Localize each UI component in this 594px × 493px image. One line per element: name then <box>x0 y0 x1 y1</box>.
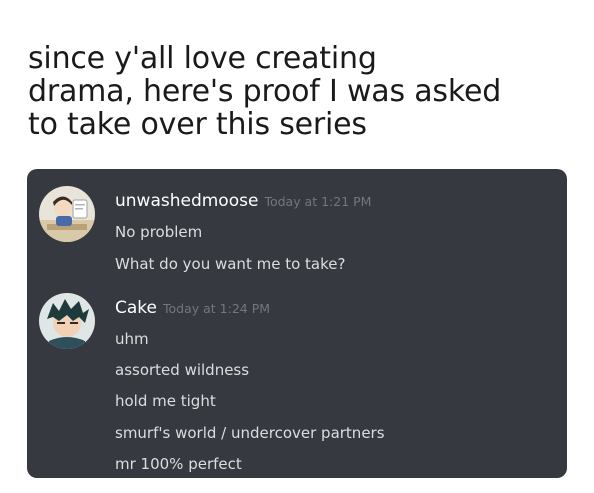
avatar[interactable] <box>39 293 95 349</box>
username[interactable]: Cake <box>115 298 157 318</box>
unwashedmoose-avatar-icon <box>39 186 95 242</box>
message-text: uhm <box>115 330 149 348</box>
message-text: What do you want me to take? <box>115 255 346 273</box>
message-text: hold me tight <box>115 392 216 410</box>
timestamp: Today at 1:24 PM <box>163 301 271 316</box>
caption-text: since y'all love creating drama, here's … <box>28 42 578 141</box>
avatar[interactable] <box>39 186 95 242</box>
message-text: No problem <box>115 223 203 241</box>
username[interactable]: unwashedmoose <box>115 191 258 211</box>
message-text: smurf's world / undercover partners <box>115 424 385 442</box>
cake-avatar-icon <box>39 293 95 349</box>
message-header: unwashedmoose Today at 1:21 PM <box>115 191 371 211</box>
message-header: Cake Today at 1:24 PM <box>115 298 270 318</box>
message-text: mr 100% perfect <box>115 455 242 473</box>
message-text: assorted wildness <box>115 361 250 379</box>
caption-line-2: drama, here's proof I was asked <box>28 74 502 109</box>
chat-screenshot: unwashedmoose Today at 1:21 PM No problem… <box>27 169 567 478</box>
caption-line-3: to take over this series <box>28 107 367 142</box>
timestamp: Today at 1:21 PM <box>264 194 372 209</box>
caption-line-1: since y'all love creating <box>28 41 377 76</box>
